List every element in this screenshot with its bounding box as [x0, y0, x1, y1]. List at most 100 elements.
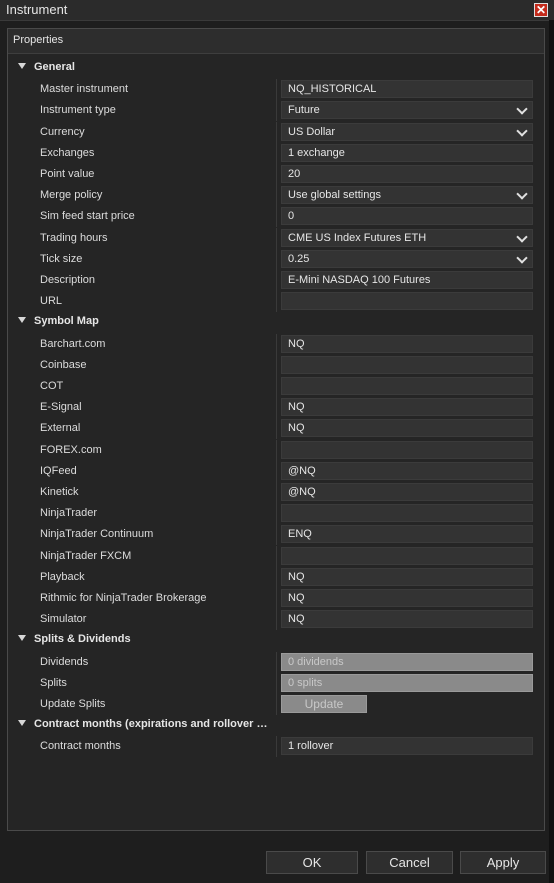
exchanges-field[interactable]: 1 exchange	[281, 143, 533, 162]
property-row-master-instrument: Master instrument NQ_HISTORICAL	[8, 79, 544, 101]
iqfeed-field[interactable]: @NQ	[281, 461, 533, 480]
tick-size-select[interactable]: 0.25	[281, 249, 533, 268]
apply-button[interactable]: Apply	[460, 851, 546, 874]
playback-field[interactable]: NQ	[281, 567, 533, 586]
column-divider	[276, 524, 277, 546]
field-value: 0.25	[288, 252, 310, 265]
kinetick-field[interactable]: @NQ	[281, 483, 533, 501]
column-divider	[276, 142, 277, 164]
simulator-field[interactable]: NQ	[281, 610, 533, 629]
point-value-field[interactable]: 20	[281, 165, 533, 183]
property-row-point-value: Point value 20	[8, 164, 544, 185]
property-label: NinjaTrader	[40, 507, 98, 520]
section-label: Symbol Map	[34, 315, 99, 328]
column-divider	[276, 545, 277, 567]
property-row-forex-com: FOREX.com	[8, 439, 544, 461]
property-label: Barchart.com	[40, 337, 106, 350]
property-row-ninjatrader-fxcm: NinjaTrader FXCM	[8, 545, 544, 567]
window-title: Instrument	[6, 2, 68, 17]
collapse-arrow-icon[interactable]	[18, 635, 26, 642]
section-label: General	[34, 61, 75, 73]
barchart-com-field[interactable]: NQ	[281, 334, 533, 353]
column-divider	[276, 121, 277, 143]
property-label: Coinbase	[40, 358, 87, 371]
chevron-down-icon[interactable]	[516, 230, 528, 243]
field-value: 0 splits	[288, 676, 323, 689]
external-field[interactable]: NQ	[281, 419, 533, 438]
chevron-down-icon[interactable]	[516, 252, 528, 264]
field-value: CME US Index Futures ETH	[288, 231, 427, 244]
sim-feed-start-price-field[interactable]: 0	[281, 207, 533, 226]
e-signal-field[interactable]: NQ	[281, 398, 533, 417]
column-divider	[276, 482, 277, 503]
property-row-simulator: Simulator NQ	[8, 609, 544, 631]
update-splits-button[interactable]: Update	[281, 695, 367, 713]
field-value: @NQ	[288, 464, 316, 477]
collapse-arrow-icon[interactable]	[18, 720, 26, 727]
instrument-type-select[interactable]: Future	[281, 101, 533, 120]
field-value: 1 exchange	[288, 146, 345, 159]
property-row-tick-size: Tick size 0.25	[8, 248, 544, 270]
property-row-trading-hours: Trading hours CME US Index Futures ETH	[8, 227, 544, 249]
property-row-ninjatrader-continuum: NinjaTrader Continuum ENQ	[8, 524, 544, 546]
property-row-sim-feed-start-price: Sim feed start price 0	[8, 206, 544, 228]
collapse-arrow-icon[interactable]	[18, 317, 26, 324]
column-divider	[276, 185, 277, 207]
trading-hours-select[interactable]: CME US Index Futures ETH	[281, 228, 533, 247]
field-value: NQ	[288, 337, 305, 350]
field-value: 0	[288, 210, 295, 223]
property-label: NinjaTrader FXCM	[40, 549, 132, 562]
field-value: E-Mini NASDAQ 100 Futures	[288, 274, 431, 286]
chevron-down-icon[interactable]	[516, 103, 528, 116]
property-label: Point value	[40, 168, 95, 180]
ninjatrader-field[interactable]	[281, 504, 533, 523]
section-contract-months-expirations-and-rollover-da[interactable]: Contract months (expirations and rollove…	[8, 715, 544, 736]
property-label: External	[40, 422, 81, 435]
ninjatrader-continuum-field[interactable]: ENQ	[281, 525, 533, 544]
field-value: US Dollar	[288, 125, 336, 138]
contract-months-field[interactable]: 1 rollover	[281, 737, 533, 756]
section-symbol-map[interactable]: Symbol Map	[8, 312, 544, 333]
chevron-down-icon[interactable]	[516, 188, 528, 200]
section-splits-dividends[interactable]: Splits & Dividends	[8, 630, 544, 651]
property-label: FOREX.com	[40, 443, 102, 456]
property-row-playback: Playback NQ	[8, 566, 544, 588]
cot-field[interactable]	[281, 377, 533, 395]
collapse-arrow-icon[interactable]	[18, 63, 26, 69]
property-row-exchanges: Exchanges 1 exchange	[8, 142, 544, 164]
ninjatrader-fxcm-field[interactable]	[281, 546, 533, 565]
column-divider	[276, 566, 277, 588]
coinbase-field[interactable]	[281, 355, 533, 374]
column-divider	[276, 354, 277, 376]
property-label: COT	[40, 380, 64, 392]
field-value: NQ	[288, 613, 305, 626]
merge-policy-select[interactable]: Use global settings	[281, 186, 533, 205]
property-label: Simulator	[40, 613, 87, 626]
description-field[interactable]: E-Mini NASDAQ 100 Futures	[281, 271, 533, 289]
property-row-e-signal: E-Signal NQ	[8, 397, 544, 419]
chevron-down-icon[interactable]	[516, 124, 528, 137]
close-icon[interactable]: ✕	[534, 3, 548, 17]
property-row-currency: Currency US Dollar	[8, 121, 544, 143]
section-general[interactable]: General	[8, 58, 544, 79]
properties-header-label: Properties	[13, 34, 64, 46]
field-value: NQ	[288, 570, 305, 583]
url-field[interactable]	[281, 292, 533, 311]
currency-select[interactable]: US Dollar	[281, 122, 533, 141]
column-divider	[276, 503, 277, 525]
property-row-url: URL	[8, 291, 544, 313]
forex-com-field[interactable]	[281, 440, 533, 459]
ok-button[interactable]: OK	[266, 851, 358, 874]
property-label: IQFeed	[40, 464, 77, 477]
property-row-dividends: Dividends 0 dividends	[8, 651, 544, 673]
column-divider	[276, 418, 277, 440]
column-divider	[276, 100, 277, 122]
property-label: Master instrument	[40, 83, 129, 96]
dividends-field: 0 dividends	[281, 652, 533, 671]
master-instrument-field[interactable]: NQ_HISTORICAL	[281, 80, 533, 99]
column-divider	[276, 397, 277, 419]
cancel-button[interactable]: Cancel	[366, 851, 453, 874]
splits-field: 0 splits	[281, 673, 533, 692]
property-row-external: External NQ	[8, 418, 544, 440]
rithmic-for-ninjatrader-brokerage-field[interactable]: NQ	[281, 589, 533, 607]
